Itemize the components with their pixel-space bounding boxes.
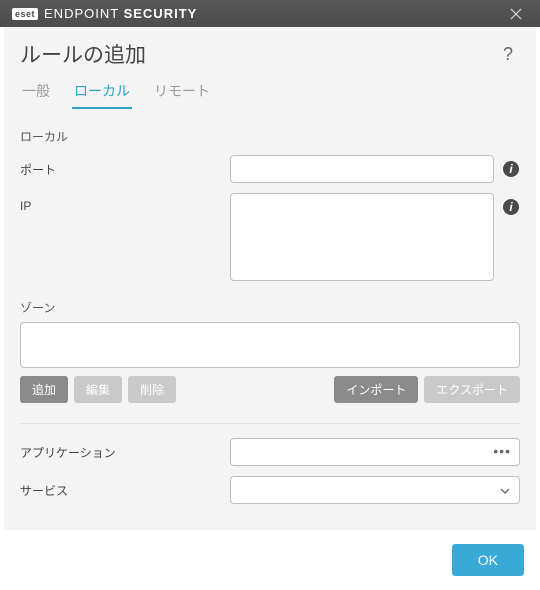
- main-panel: ルールの追加 ? 一般 ローカル リモート ローカル ポート i IP i ゾー…: [4, 27, 536, 530]
- tab-general[interactable]: 一般: [20, 77, 52, 109]
- close-button[interactable]: [504, 2, 528, 26]
- info-icon: i: [502, 198, 520, 216]
- service-select[interactable]: [230, 476, 520, 504]
- brand-badge: eset: [12, 8, 38, 20]
- port-label: ポート: [20, 155, 230, 178]
- ip-input[interactable]: [230, 193, 494, 281]
- ok-button[interactable]: OK: [452, 544, 524, 576]
- port-input[interactable]: [230, 155, 494, 183]
- service-label: サービス: [20, 476, 230, 499]
- zone-import-button[interactable]: インポート: [334, 376, 418, 403]
- page-title: ルールの追加: [20, 39, 496, 69]
- chevron-down-icon: [499, 485, 511, 500]
- brand: eset ENDPOINT SECURITY: [12, 6, 197, 21]
- application-row: アプリケーション •••: [20, 438, 520, 466]
- ip-label: IP: [20, 193, 230, 213]
- tabs: 一般 ローカル リモート: [20, 77, 520, 110]
- zone-buttons-spacer: [182, 376, 328, 403]
- zone-export-button[interactable]: エクスポート: [424, 376, 520, 403]
- info-icon: i: [502, 160, 520, 178]
- ellipsis-icon: •••: [493, 443, 511, 459]
- application-label: アプリケーション: [20, 438, 230, 461]
- zone-remove-button[interactable]: 削除: [128, 376, 176, 403]
- heading-row: ルールの追加 ?: [20, 39, 520, 69]
- zone-block: ゾーン 追加 編集 削除 インポート エクスポート: [20, 299, 520, 403]
- zone-label: ゾーン: [20, 299, 520, 316]
- ip-row: IP i: [20, 193, 520, 281]
- port-info-button[interactable]: i: [502, 160, 520, 178]
- footer: OK: [0, 534, 540, 590]
- titlebar: eset ENDPOINT SECURITY: [0, 0, 540, 27]
- close-icon: [510, 8, 522, 20]
- brand-text-bold: SECURITY: [124, 6, 198, 21]
- brand-text: ENDPOINT SECURITY: [44, 6, 197, 21]
- zone-buttons: 追加 編集 削除 インポート エクスポート: [20, 376, 520, 403]
- service-row: サービス: [20, 476, 520, 504]
- local-section-label: ローカル: [20, 128, 520, 145]
- ip-info-button[interactable]: i: [502, 198, 520, 216]
- tab-local[interactable]: ローカル: [72, 77, 132, 109]
- zone-edit-button[interactable]: 編集: [74, 376, 122, 403]
- zone-listbox[interactable]: [20, 322, 520, 368]
- application-browse-field[interactable]: •••: [230, 438, 520, 466]
- help-button[interactable]: ?: [496, 44, 520, 65]
- help-icon: ?: [503, 44, 513, 64]
- tab-remote[interactable]: リモート: [152, 77, 212, 109]
- zone-add-button[interactable]: 追加: [20, 376, 68, 403]
- port-row: ポート i: [20, 155, 520, 183]
- brand-text-light: ENDPOINT: [44, 6, 124, 21]
- section-divider: [20, 423, 520, 424]
